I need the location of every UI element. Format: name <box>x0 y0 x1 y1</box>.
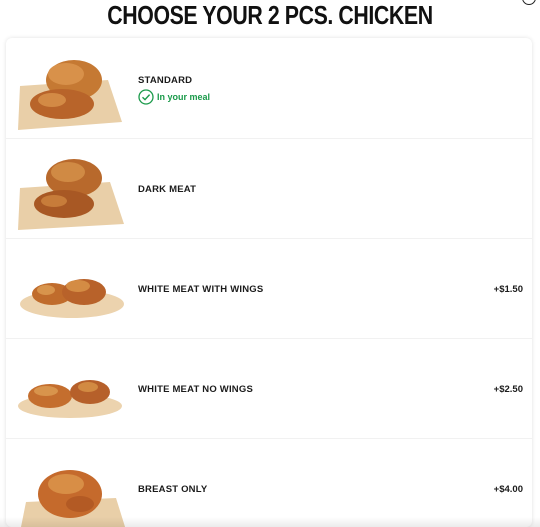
check-circle-icon <box>138 89 154 105</box>
options-card: STANDARD In your meal DARK MEAT WHITE ME… <box>6 38 532 527</box>
option-dark-meat[interactable]: DARK MEAT <box>6 138 532 239</box>
option-breast-only[interactable]: BREAST ONLY +$4.00 <box>6 438 532 527</box>
option-standard[interactable]: STANDARD In your meal <box>6 38 532 139</box>
option-label: DARK MEAT <box>138 184 197 195</box>
close-icon[interactable] <box>522 0 536 5</box>
option-label: STANDARD <box>138 75 193 86</box>
option-label: WHITE MEAT NO WINGS <box>138 384 253 395</box>
white-meat-wings-chicken-image <box>20 279 124 318</box>
option-white-meat-no-wings[interactable]: WHITE MEAT NO WINGS +$2.50 <box>6 338 532 439</box>
option-price: +$1.50 <box>493 284 523 295</box>
option-label: BREAST ONLY <box>138 484 208 495</box>
bottom-shadow <box>0 517 540 527</box>
dark-meat-chicken-image <box>18 159 124 230</box>
option-white-meat-with-wings[interactable]: WHITE MEAT WITH WINGS +$1.50 <box>6 238 532 339</box>
white-meat-no-wings-chicken-image <box>18 380 122 418</box>
option-label: WHITE MEAT WITH WINGS <box>138 284 264 295</box>
option-price: +$4.00 <box>493 484 523 495</box>
standard-chicken-image <box>18 60 122 130</box>
in-meal-text: In your meal <box>157 92 211 102</box>
page-title: CHOOSE YOUR 2 PCS. CHICKEN <box>107 0 433 30</box>
in-meal-badge: In your meal <box>138 89 210 105</box>
option-price: +$2.50 <box>493 384 523 395</box>
breast-only-chicken-image <box>21 470 126 527</box>
